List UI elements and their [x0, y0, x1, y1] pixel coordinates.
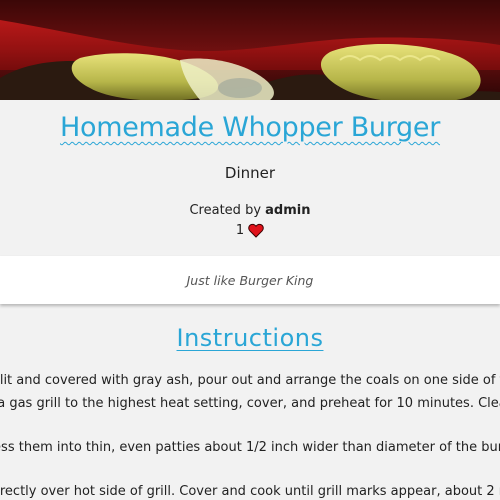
instruction-line: directly over hot side of grill. Cover a…: [0, 484, 500, 499]
created-by: Created by admin: [0, 203, 500, 218]
recipe-description: Just like Burger King: [186, 272, 314, 288]
instruction-line: t a gas grill to the highest heat settin…: [0, 396, 500, 411]
recipe-hero-image: [0, 0, 500, 100]
recipe-category: Dinner: [224, 164, 276, 182]
likes: 1: [0, 223, 500, 238]
created-by-label: Created by: [189, 203, 262, 218]
recipe-description-card: Just like Burger King: [0, 256, 500, 304]
heart-icon[interactable]: [248, 223, 264, 238]
instruction-line: y lit and covered with gray ash, pour ou…: [0, 373, 500, 388]
instruction-line: ress them into thin, even patties about …: [0, 440, 500, 455]
author-name[interactable]: admin: [265, 203, 310, 218]
recipe-title-text: Homemade Whopper Burger: [59, 112, 441, 143]
recipe-title: Homemade Whopper Burger: [0, 112, 500, 143]
like-count: 1: [235, 223, 245, 238]
instructions-heading-text: Instructions: [176, 324, 324, 352]
instructions-heading: Instructions: [0, 324, 500, 352]
recipe-page: Homemade Whopper Burger Dinner Created b…: [0, 0, 500, 500]
